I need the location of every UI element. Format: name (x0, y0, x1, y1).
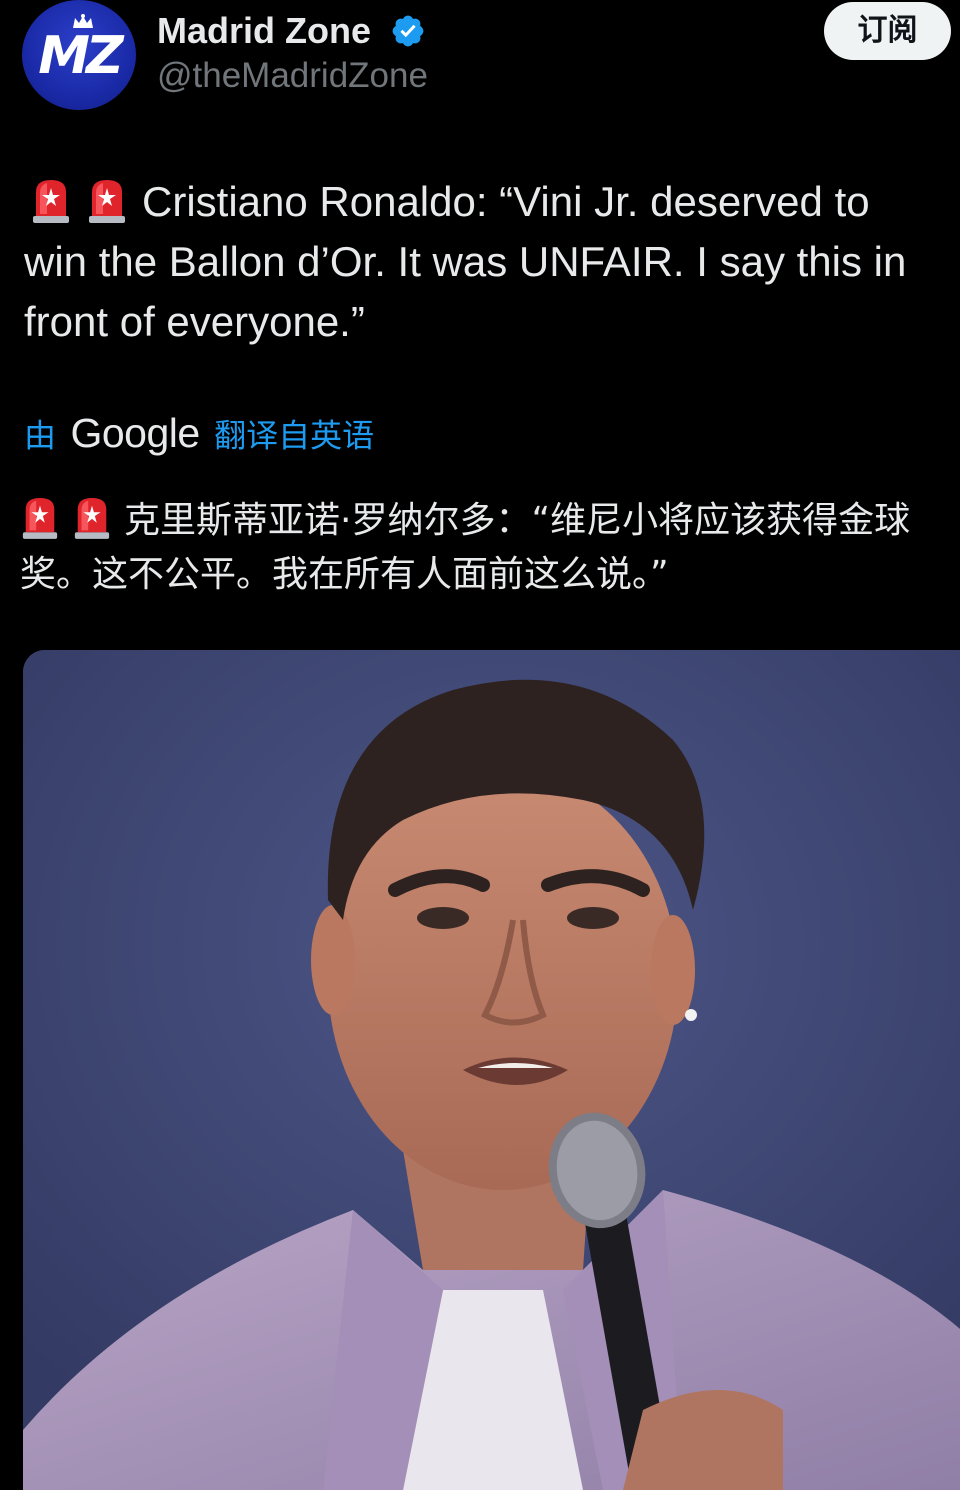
google-logo: Google (70, 410, 200, 456)
translated-body: 克里斯蒂亚诺·罗纳尔多：“维尼小将应该获得金球奖。这不公平。我在所有人面前这么说… (20, 494, 960, 602)
photo-illustration (23, 650, 960, 1490)
tweet-header: MZ Madrid Zone @theMadridZone 订阅 (0, 0, 960, 120)
avatar-logo-text: MZ (38, 26, 123, 86)
tweet-body: Cristiano Ronaldo: “Vini Jr. deserved to… (24, 172, 944, 352)
account-handle[interactable]: @theMadridZone (157, 56, 428, 96)
rotating-light-icon (74, 497, 110, 539)
translated-from-english-link[interactable]: 翻译自英语 (214, 417, 374, 455)
verified-badge-icon (392, 15, 424, 47)
display-name[interactable]: Madrid Zone (157, 10, 371, 52)
avatar[interactable]: MZ (22, 0, 136, 110)
rotating-light-icon (33, 180, 69, 223)
translated-by-label: 由 (24, 416, 57, 455)
tweet-text: Cristiano Ronaldo: “Vini Jr. deserved to… (24, 178, 907, 345)
translation-attribution: 由 Google 翻译自英语 (24, 410, 374, 466)
rotating-light-icon (89, 180, 125, 223)
tweet-media-photo[interactable] (23, 650, 960, 1490)
subscribe-button[interactable]: 订阅 (824, 2, 951, 60)
rotating-light-icon (22, 497, 58, 539)
translated-text: 克里斯蒂亚诺·罗纳尔多：“维尼小将应该获得金球奖。这不公平。我在所有人面前这么说… (20, 500, 911, 595)
